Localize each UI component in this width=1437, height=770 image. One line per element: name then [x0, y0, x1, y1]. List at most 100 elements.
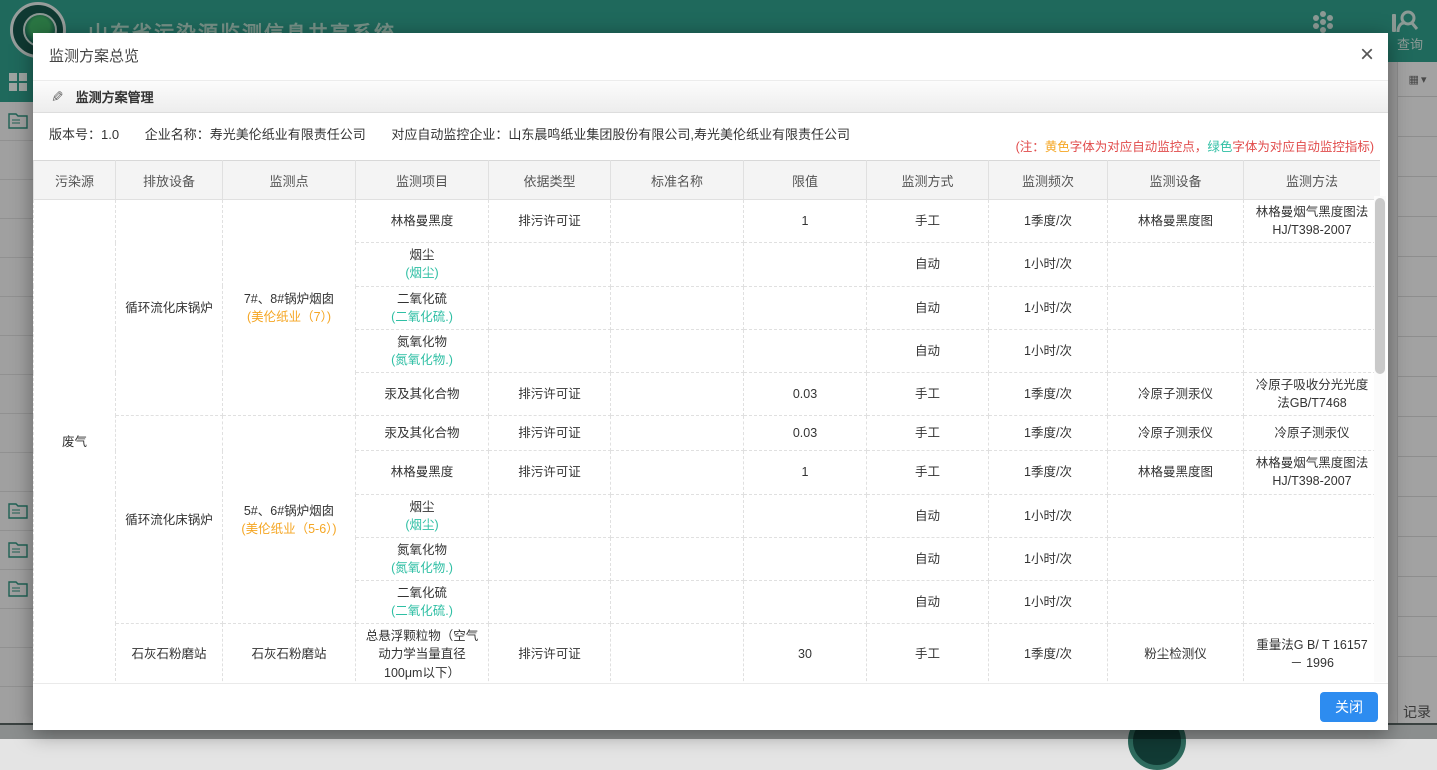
auto-indicator-label: (二氧化硫.)	[362, 602, 482, 620]
cell-mode: 自动	[867, 581, 989, 624]
cell-device: 冷原子测汞仪	[1108, 416, 1244, 451]
cell-item: 二氧化硫(二氧化硫.)	[356, 286, 489, 329]
cell-method: 重量法G B/ T 16157 － 1996	[1244, 624, 1381, 684]
cell-limit: 1	[744, 200, 867, 243]
cell-item: 总悬浮颗粒物（空气动力学当量直径100μm以下）	[356, 624, 489, 684]
cell-freq: 1季度/次	[989, 624, 1108, 684]
cell-device: 林格曼黑度图	[1108, 200, 1244, 243]
cell-method	[1244, 494, 1381, 537]
col-standard: 标准名称	[611, 161, 744, 200]
close-button[interactable]: 关闭	[1320, 692, 1378, 722]
auto-point-label: (美伦纸业（7）)	[229, 308, 349, 326]
cell-basis	[489, 286, 611, 329]
cell-limit: 0.03	[744, 416, 867, 451]
close-icon[interactable]: ×	[1360, 43, 1374, 67]
cell-basis	[489, 243, 611, 286]
yellow-legend: 黄色	[1045, 140, 1070, 154]
auto-indicator-label: (烟尘)	[362, 264, 482, 282]
cell-method: 林格曼烟气黑度图法HJ/T398-2007	[1244, 200, 1381, 243]
monitoring-plan-modal: 监测方案总览 × ✎ 监测方案管理 版本号：1.0 企业名称：寿光美伦纸业有限责…	[33, 33, 1388, 730]
cell-freq: 1小时/次	[989, 581, 1108, 624]
cell-device: 林格曼黑度图	[1108, 451, 1244, 494]
cell-method: 冷原子测汞仪	[1244, 416, 1381, 451]
cell-equipment: 石灰石粉磨站	[116, 624, 223, 684]
cell-item: 二氧化硫(二氧化硫.)	[356, 581, 489, 624]
cell-basis: 排污许可证	[489, 200, 611, 243]
col-limit: 限值	[744, 161, 867, 200]
scrollbar-thumb[interactable]	[1375, 198, 1385, 374]
cell-method	[1244, 286, 1381, 329]
cell-standard	[611, 373, 744, 416]
cell-mode: 手工	[867, 200, 989, 243]
auto-indicator-label: (氮氧化物.)	[362, 559, 482, 577]
cell-device	[1108, 581, 1244, 624]
col-freq: 监测频次	[989, 161, 1108, 200]
col-point: 监测点	[223, 161, 356, 200]
cell-limit	[744, 581, 867, 624]
cell-limit: 0.03	[744, 373, 867, 416]
cell-item: 汞及其化合物	[356, 416, 489, 451]
cell-standard	[611, 537, 744, 580]
cell-basis	[489, 537, 611, 580]
cell-freq: 1小时/次	[989, 243, 1108, 286]
cell-limit	[744, 537, 867, 580]
cell-standard	[611, 494, 744, 537]
cell-method	[1244, 329, 1381, 372]
green-legend: 绿色	[1207, 140, 1232, 154]
cell-device	[1108, 286, 1244, 329]
auto-indicator-label: (烟尘)	[362, 516, 482, 534]
cell-method	[1244, 581, 1381, 624]
version-label: 版本号：1.0	[49, 127, 119, 142]
pen-icon: ✎	[51, 88, 64, 106]
cell-point: 7#、8#锅炉烟囱 (美伦纸业（7）)	[223, 200, 356, 416]
monitoring-table: 污染源 排放设备 监测点 监测项目 依据类型 标准名称 限值 监测方式 监测频次…	[33, 160, 1380, 684]
cell-item: 烟尘(烟尘)	[356, 494, 489, 537]
cell-item: 林格曼黑度	[356, 200, 489, 243]
auto-point-label: (美伦纸业（5-6）)	[229, 520, 349, 538]
modal-title: 监测方案总览	[49, 33, 139, 80]
cell-limit	[744, 494, 867, 537]
cell-freq: 1季度/次	[989, 373, 1108, 416]
table-header-row: 污染源 排放设备 监测点 监测项目 依据类型 标准名称 限值 监测方式 监测频次…	[34, 161, 1381, 200]
cell-mode: 自动	[867, 243, 989, 286]
col-equipment: 排放设备	[116, 161, 223, 200]
col-device: 监测设备	[1108, 161, 1244, 200]
cell-device	[1108, 243, 1244, 286]
info-row: 版本号：1.0 企业名称：寿光美伦纸业有限责任公司 对应自动监控企业：山东晨鸣纸…	[33, 113, 1388, 161]
cell-mode: 手工	[867, 373, 989, 416]
cell-standard	[611, 243, 744, 286]
section-title: 监测方案管理	[76, 87, 154, 106]
cell-method	[1244, 243, 1381, 286]
auto-indicator-label: (二氧化硫.)	[362, 308, 482, 326]
cell-mode: 自动	[867, 537, 989, 580]
table-row: 循环流化床锅炉 5#、6#锅炉烟囱 (美伦纸业（5-6）) 汞及其化合物 排污许…	[34, 416, 1381, 451]
col-pollutant: 污染源	[34, 161, 116, 200]
cell-limit	[744, 243, 867, 286]
cell-device: 粉尘检测仪	[1108, 624, 1244, 684]
cell-basis: 排污许可证	[489, 373, 611, 416]
cell-method: 冷原子吸收分光光度法GB/T7468	[1244, 373, 1381, 416]
cell-mode: 自动	[867, 494, 989, 537]
cell-standard	[611, 581, 744, 624]
cell-basis: 排污许可证	[489, 416, 611, 451]
cell-pollutant: 废气	[34, 200, 116, 685]
cell-standard	[611, 416, 744, 451]
cell-basis: 排污许可证	[489, 451, 611, 494]
cell-standard	[611, 200, 744, 243]
cell-limit: 1	[744, 451, 867, 494]
section-bar: ✎ 监测方案管理	[33, 81, 1388, 113]
modal-header: 监测方案总览 ×	[33, 33, 1388, 81]
col-item: 监测项目	[356, 161, 489, 200]
cell-freq: 1季度/次	[989, 451, 1108, 494]
cell-method	[1244, 537, 1381, 580]
cell-basis	[489, 329, 611, 372]
cell-standard	[611, 624, 744, 684]
cell-mode: 自动	[867, 286, 989, 329]
col-mode: 监测方式	[867, 161, 989, 200]
cell-mode: 手工	[867, 416, 989, 451]
cell-basis: 排污许可证	[489, 624, 611, 684]
cell-item: 林格曼黑度	[356, 451, 489, 494]
legend-note: (注：黄色字体为对应自动监控点，绿色字体为对应自动监控指标)	[1016, 136, 1374, 155]
cell-equipment: 循环流化床锅炉	[116, 200, 223, 416]
col-method: 监测方法	[1244, 161, 1381, 200]
